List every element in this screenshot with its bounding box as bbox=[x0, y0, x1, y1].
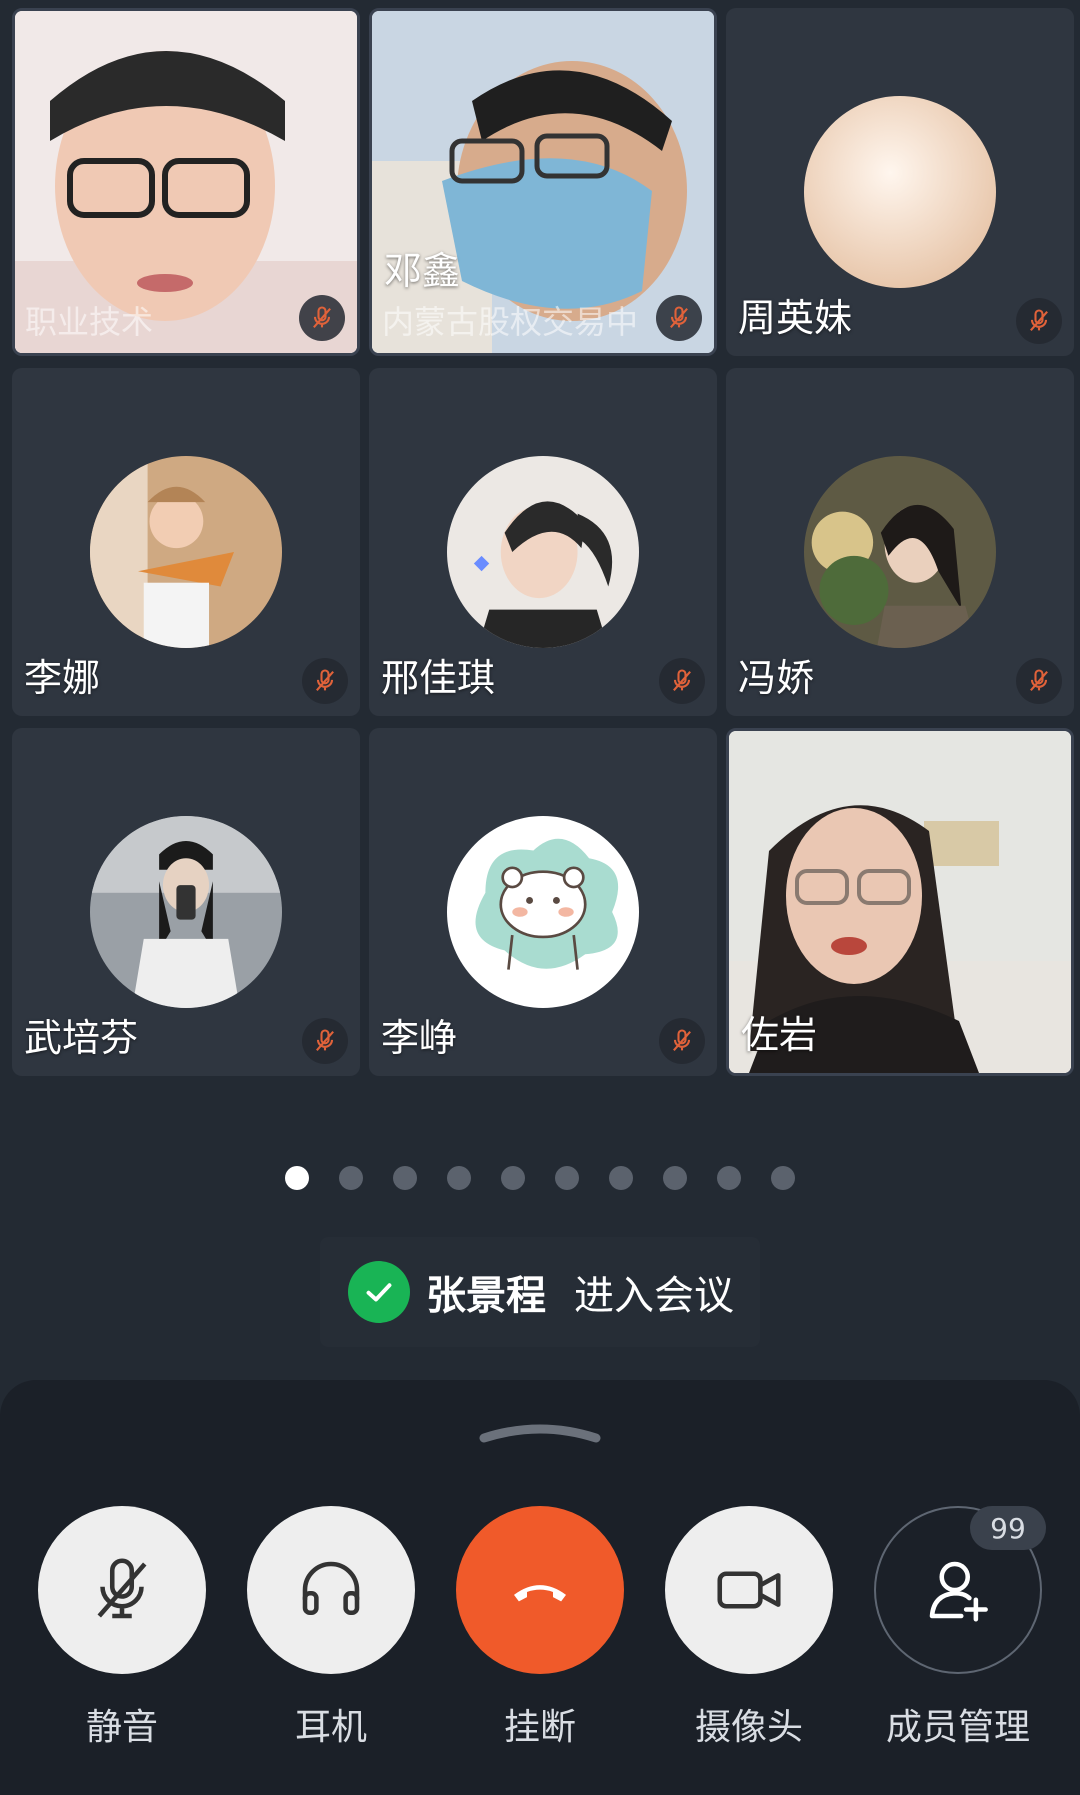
participant-grid: 职业技术 邓鑫 内蒙古股权交易中 周英妹 李娜 邢佳琪 冯娇 武培芬 李峥 佐岩 bbox=[12, 8, 1074, 1076]
participant-tile[interactable]: 职业技术 bbox=[12, 8, 360, 356]
page-dot[interactable] bbox=[555, 1166, 579, 1190]
avatar bbox=[447, 816, 639, 1008]
muted-mic-icon bbox=[659, 658, 705, 704]
participant-name: 冯娇 bbox=[738, 656, 815, 700]
participant-name: 邓鑫 bbox=[384, 249, 461, 293]
participant-tile[interactable]: 周英妹 bbox=[726, 8, 1074, 356]
mute-label: 静音 bbox=[85, 1707, 158, 1748]
call-controls: 静音 耳机 挂断 摄像头 99 成员管理 bbox=[38, 1506, 1046, 1750]
participant-tile[interactable]: 佐岩 bbox=[726, 728, 1074, 1076]
participant-tile[interactable]: 邢佳琪 bbox=[369, 368, 717, 716]
muted-mic-icon bbox=[656, 295, 702, 341]
page-dot[interactable] bbox=[339, 1166, 363, 1190]
participant-tile[interactable]: 冯娇 bbox=[726, 368, 1074, 716]
toast-user-name: 张景程 bbox=[426, 1273, 546, 1319]
control-panel: 静音 耳机 挂断 摄像头 99 成员管理 bbox=[0, 1380, 1080, 1795]
participant-name: 武培芬 bbox=[24, 1016, 139, 1060]
page-dot[interactable] bbox=[663, 1166, 687, 1190]
participant-name: 邢佳琪 bbox=[381, 656, 496, 700]
muted-mic-icon bbox=[1016, 298, 1062, 344]
avatar bbox=[90, 816, 282, 1008]
toast-message: 进入会议 bbox=[574, 1273, 734, 1319]
page-dot[interactable] bbox=[771, 1166, 795, 1190]
page-dot[interactable] bbox=[393, 1166, 417, 1190]
participant-name: 李峥 bbox=[381, 1016, 458, 1060]
muted-mic-icon bbox=[302, 658, 348, 704]
members-control: 99 成员管理 bbox=[874, 1506, 1046, 1750]
participant-subtitle: 内蒙古股权交易中 bbox=[382, 303, 639, 341]
join-toast: 张景程 进入会议 bbox=[320, 1237, 760, 1347]
page-indicator[interactable] bbox=[0, 1166, 1080, 1190]
camera-label: 摄像头 bbox=[694, 1707, 803, 1748]
participant-name: 李娜 bbox=[24, 656, 101, 700]
participant-tile[interactable]: 武培芬 bbox=[12, 728, 360, 1076]
mute-button[interactable] bbox=[38, 1506, 206, 1674]
headset-label: 耳机 bbox=[294, 1707, 367, 1748]
participant-tile[interactable]: 李峥 bbox=[369, 728, 717, 1076]
members-label: 成员管理 bbox=[885, 1707, 1030, 1748]
page-dot[interactable] bbox=[285, 1166, 309, 1190]
muted-mic-icon bbox=[659, 1018, 705, 1064]
check-icon bbox=[348, 1261, 410, 1323]
avatar bbox=[804, 456, 996, 648]
muted-mic-icon bbox=[302, 1018, 348, 1064]
mute-control: 静音 bbox=[38, 1506, 206, 1750]
hangup-control: 挂断 bbox=[456, 1506, 624, 1750]
expand-handle-icon[interactable] bbox=[478, 1416, 602, 1446]
muted-mic-icon bbox=[1016, 658, 1062, 704]
members-button[interactable]: 99 bbox=[874, 1506, 1046, 1674]
headset-control: 耳机 bbox=[247, 1506, 415, 1750]
participant-name: 周英妹 bbox=[738, 296, 853, 340]
participant-name: 佐岩 bbox=[741, 1013, 818, 1057]
page-dot[interactable] bbox=[501, 1166, 525, 1190]
hangup-label: 挂断 bbox=[503, 1707, 576, 1748]
member-count-badge: 99 bbox=[970, 1506, 1046, 1550]
avatar bbox=[804, 96, 996, 288]
hangup-button[interactable] bbox=[456, 1506, 624, 1674]
add-member-icon bbox=[929, 1561, 988, 1622]
camera-control: 摄像头 bbox=[665, 1506, 833, 1750]
headset-button[interactable] bbox=[247, 1506, 415, 1674]
mic-off-icon bbox=[97, 1558, 147, 1619]
page-dot[interactable] bbox=[447, 1166, 471, 1190]
camera-button[interactable] bbox=[665, 1506, 833, 1674]
page-dot[interactable] bbox=[609, 1166, 633, 1190]
page-dot[interactable] bbox=[717, 1166, 741, 1190]
muted-mic-icon bbox=[299, 295, 345, 341]
headphones-icon bbox=[302, 1561, 360, 1616]
participant-subtitle: 职业技术 bbox=[25, 303, 154, 341]
avatar bbox=[90, 456, 282, 648]
video-camera-icon bbox=[717, 1571, 781, 1609]
avatar bbox=[447, 456, 639, 648]
participant-tile[interactable]: 李娜 bbox=[12, 368, 360, 716]
phone-hangup-icon bbox=[514, 1585, 566, 1602]
participant-tile[interactable]: 邓鑫 内蒙古股权交易中 bbox=[369, 8, 717, 356]
